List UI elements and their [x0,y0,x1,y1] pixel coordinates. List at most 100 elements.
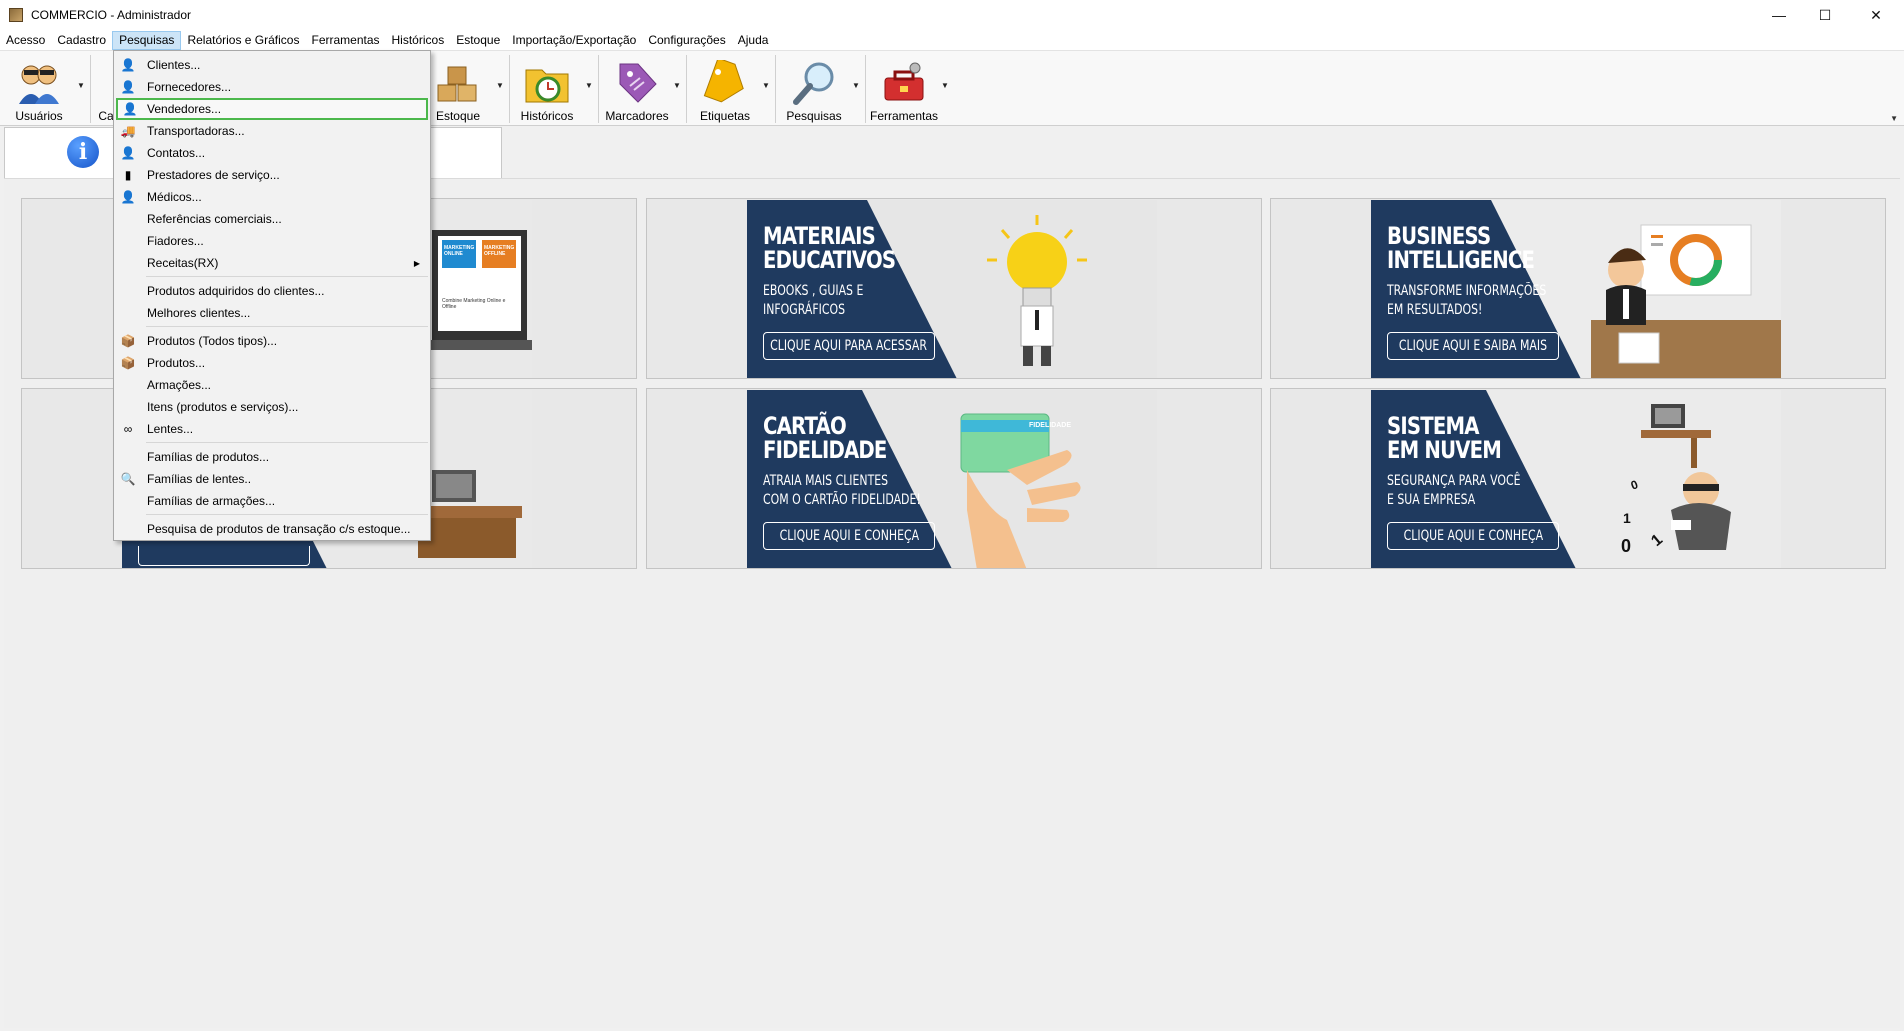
lightbulb-character-illustration [987,215,1087,366]
box-icon: 📦 [120,334,136,348]
banner-materiais-educativos[interactable]: MATERIAIS EDUCATIVOS EBOOKS , GUIAS E IN… [646,198,1262,379]
toolbar-historicos-button[interactable]: Históricos [515,55,579,123]
toolbar-estoque-label: Estoque [435,109,481,123]
historicos-dropdown-arrow[interactable]: ▼ [585,81,593,90]
toolbar-separator [686,55,687,123]
lens-icon: ∞ [123,422,133,436]
window-controls: — ☐ ✕ [1756,0,1904,30]
menu-ferramentas[interactable]: Ferramentas [305,31,385,50]
banner-business-intelligence[interactable]: BUSINESS INTELLIGENCE TRANSFORME INFORMA… [1270,198,1886,379]
menu-item-label: Referências comerciais... [147,212,282,226]
toolbar-historicos-label: Históricos [520,109,574,123]
toolbar-etiquetas-button[interactable]: Etiquetas [692,55,758,123]
window-title: COMMERCIO - Administrador [31,8,192,22]
banner-nuvem-cta-button[interactable]: CLIQUE AQUI E CONHEÇA [1387,522,1559,550]
pesquisas-dropdown-arrow[interactable]: ▼ [852,81,860,90]
menu-estoque[interactable]: Estoque [450,31,506,50]
marcadores-dropdown-arrow[interactable]: ▼ [673,81,681,90]
menu-item-label: Fornecedores... [147,80,232,94]
menu-item-familias-lentes[interactable]: 🔍 Famílias de lentes.. [116,468,428,490]
menu-item-vendedores[interactable]: 👤 Vendedores... [116,98,428,120]
menu-item-itens[interactable]: Itens (produtos e serviços)... [116,396,428,418]
toolbar-ferramentas-button[interactable]: Ferramentas [869,55,939,123]
menu-acesso[interactable]: Acesso [0,31,51,50]
toolbar-overflow-chevron[interactable]: ▼ [1890,114,1898,123]
usuarios-dropdown-arrow[interactable]: ▼ [77,81,85,90]
menu-item-pesquisa-transacao[interactable]: Pesquisa de produtos de transação c/s es… [116,518,428,540]
menu-item-label: Lentes... [147,422,194,436]
banner-materiais-title: MATERIAIS EDUCATIVOS [763,222,896,274]
menu-item-familias-produtos[interactable]: Famílias de produtos... [116,446,428,468]
banner-nuvem-title: SISTEMA EM NUVEM [1387,412,1502,464]
menu-item-label: Contatos... [147,146,206,160]
menu-item-melhores-clientes[interactable]: Melhores clientes... [116,302,428,324]
banner-materiais-subtitle: EBOOKS , GUIAS E INFOGRÁFICOS [763,283,864,318]
banner-bi-cta-label: CLIQUE AQUI E SAIBA MAIS [1398,338,1548,354]
toolbar-estoque-button[interactable]: Estoque [430,55,486,123]
menu-importacao[interactable]: Importação/Exportação [506,31,642,50]
users-icon [15,59,63,107]
menu-historicos[interactable]: Históricos [386,31,451,50]
ferramentas-dropdown-arrow[interactable]: ▼ [941,81,949,90]
toolbar-cadastro-label: Ca [98,109,114,123]
menu-item-familias-armacoes[interactable]: Famílias de armações... [116,490,428,512]
menu-item-lentes[interactable]: ∞ Lentes... [116,418,428,440]
banner-escritorio-cta-button[interactable] [138,546,310,566]
menu-separator [146,276,428,277]
clock-folder-icon [523,59,571,107]
banner-cartao-cta-label: CLIQUE AQUI E CONHEÇA [779,528,919,544]
estoque-dropdown-arrow[interactable]: ▼ [496,81,504,90]
menu-item-contatos[interactable]: 👤 Contatos... [116,142,428,164]
maximize-button[interactable]: ☐ [1802,0,1848,30]
banner-materiais-cta-button[interactable]: CLIQUE AQUI PARA ACESSAR [763,332,935,360]
menu-item-fiadores[interactable]: Fiadores... [116,230,428,252]
banner-materiais-cta-label: CLIQUE AQUI PARA ACESSAR [770,338,928,354]
menu-item-produtos[interactable]: 📦 Produtos... [116,352,428,374]
binary-digit: 0 [1621,536,1632,556]
menu-item-receitas[interactable]: Receitas(RX) ▶ [116,252,428,274]
banner-bi-image: BUSINESS INTELLIGENCE TRANSFORME INFORMA… [1371,200,1781,378]
toolbox-icon [880,59,928,107]
toolbar-marcadores-button[interactable]: Marcadores [604,55,670,123]
submenu-arrow-icon: ▶ [413,258,420,268]
minimize-button[interactable]: — [1756,0,1802,30]
menu-item-label: Receitas(RX) [147,256,219,270]
business-man-illustration [1591,224,1781,378]
seller-icon: 👤 [122,102,138,116]
menu-item-clientes[interactable]: 👤 Clientes... [116,54,428,76]
banner-sistema-nuvem[interactable]: 0 1 1 0 SISTEMA EM NUVEM SEGURANÇA PARA … [1270,388,1886,569]
menu-item-produtos-adquiridos[interactable]: Produtos adquiridos do clientes... [116,280,428,302]
etiquetas-dropdown-arrow[interactable]: ▼ [762,81,770,90]
banner-cartao-cta-button[interactable]: CLIQUE AQUI E CONHEÇA [763,522,935,550]
menu-ajuda[interactable]: Ajuda [732,31,775,50]
menu-separator [146,326,428,327]
menu-item-armacoes[interactable]: Armações... [116,374,428,396]
banner-bi-cta-button[interactable]: CLIQUE AQUI E SAIBA MAIS [1387,332,1559,360]
banner-cartao-fidelidade[interactable]: FIDELIDADE CARTÃO FIDELIDADE ATRAIA MAIS… [646,388,1262,569]
menu-item-label: Produtos... [147,356,206,370]
menu-item-referencias[interactable]: Referências comerciais... [116,208,428,230]
info-icon: i [67,136,99,168]
menu-item-transportadoras[interactable]: 🚚 Transportadoras... [116,120,428,142]
magnifier-icon [790,59,838,107]
menu-item-produtos-todos[interactable]: 📦 Produtos (Todos tipos)... [116,330,428,352]
menu-item-label: Clientes... [147,58,201,72]
title-bar: COMMERCIO - Administrador — ☐ ✕ [0,0,1904,30]
menu-pesquisas[interactable]: Pesquisas [112,30,182,50]
close-button[interactable]: ✕ [1848,0,1904,30]
supplier-icon: 👤 [120,80,136,94]
menu-item-label: Fiadores... [147,234,204,248]
menu-item-medicos[interactable]: 👤 Médicos... [116,186,428,208]
menu-configuracoes[interactable]: Configurações [642,31,731,50]
toolbar-pesquisas-button[interactable]: Pesquisas [780,55,848,123]
menu-relatorios[interactable]: Relatórios e Gráficos [181,31,305,50]
label-icon [701,59,749,107]
banner-bi-subtitle: TRANSFORME INFORMAÇÕES EM RESULTADOS! [1387,283,1547,318]
menu-item-fornecedores[interactable]: 👤 Fornecedores... [116,76,428,98]
person-icon: 👤 [120,58,136,72]
menu-item-prestadores[interactable]: ▮ Prestadores de serviço... [116,164,428,186]
menu-cadastro[interactable]: Cadastro [51,31,112,50]
toolbar-usuarios-button[interactable]: Usuários [8,55,70,123]
menu-item-label: Produtos adquiridos do clientes... [147,284,325,298]
menu-item-label: Pesquisa de produtos de transação c/s es… [147,522,411,536]
